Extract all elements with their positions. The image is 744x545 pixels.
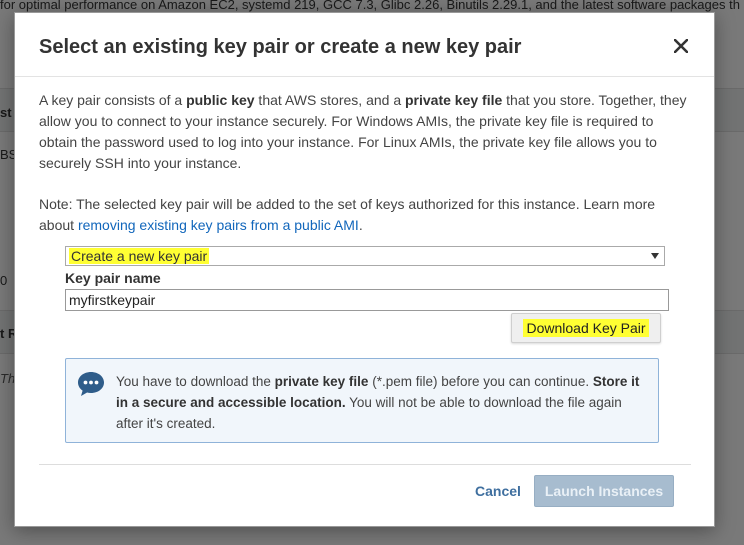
download-key-pair-label: Download Key Pair — [523, 319, 649, 337]
footer-divider — [39, 464, 691, 465]
remove-key-pairs-link[interactable]: removing existing key pairs from a publi… — [78, 217, 359, 233]
dialog-header: Select an existing key pair or create a … — [15, 13, 714, 77]
key-pair-name-input[interactable] — [65, 289, 669, 311]
cancel-button[interactable]: Cancel — [475, 483, 521, 499]
key-pair-name-label: Key pair name — [65, 270, 161, 286]
download-key-pair-button[interactable]: Download Key Pair — [511, 313, 661, 343]
dialog-title: Select an existing key pair or create a … — [39, 36, 522, 58]
close-button[interactable] — [670, 35, 692, 57]
key-pair-note: Note: The selected key pair will be adde… — [39, 196, 656, 233]
key-pair-option-select[interactable]: Create a new key pair — [65, 246, 665, 266]
launch-instances-button[interactable]: Launch Instances — [534, 475, 674, 507]
close-icon — [674, 39, 688, 53]
key-pair-option-value: Create a new key pair — [69, 248, 210, 264]
download-info-alert: You have to download the private key fil… — [65, 358, 659, 443]
key-pair-dialog: Select an existing key pair or create a … — [14, 12, 715, 527]
key-pair-description: A key pair consists of a public key that… — [39, 92, 687, 171]
download-info-text: You have to download the private key fil… — [116, 374, 640, 431]
chat-bubble-icon — [78, 372, 104, 396]
dropdown-arrow-icon — [651, 253, 659, 259]
